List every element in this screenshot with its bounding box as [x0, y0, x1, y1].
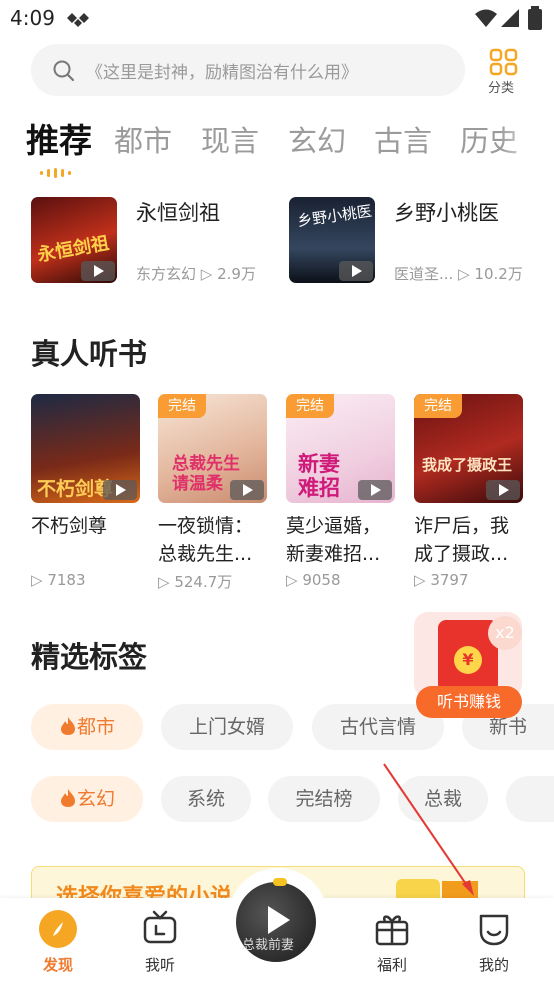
nav-welfare[interactable]: 福利: [352, 904, 432, 978]
status-time: 4:09: [10, 6, 55, 30]
plays-icon: ▷: [414, 571, 431, 589]
nav-mine[interactable]: 我的: [454, 904, 534, 978]
play-icon: [116, 484, 126, 496]
play-badge: [103, 480, 137, 500]
tab-recommend[interactable]: 推荐: [26, 114, 92, 162]
book-meta: 东方玄幻 ▷ 2.9万: [136, 265, 256, 283]
audio-title[interactable]: 不朽剑尊: [31, 512, 143, 540]
status-bar: 4:09: [0, 0, 554, 36]
tag-chip-partial[interactable]: [506, 776, 554, 822]
book-title[interactable]: 永恒剑祖: [136, 197, 220, 227]
listen-earn-widget[interactable]: ¥ x2 听书赚钱: [414, 612, 524, 720]
play-icon: [499, 484, 509, 496]
nav-label: 我听: [144, 956, 175, 974]
play-badge: [81, 261, 115, 281]
audio-title[interactable]: 一夜锁情：总裁先生...: [158, 512, 270, 568]
play-badge: [486, 480, 520, 500]
audio-plays: ▷ 7183: [31, 571, 86, 589]
tag-chip-fantasy[interactable]: 玄幻: [31, 776, 143, 822]
audio-title[interactable]: 莫少逼婚，新妻难招...: [286, 512, 398, 568]
flame-icon: [60, 789, 75, 807]
audio-cover-4[interactable]: 完结 我成了摄政王: [414, 394, 523, 503]
nav-label: 福利: [376, 956, 407, 974]
search-input[interactable]: 《这里是封神，励精图治有什么用》: [86, 58, 358, 83]
annotation-arrow: [383, 763, 474, 896]
cover-text: 乡野小桃医: [296, 201, 373, 231]
compass-icon: [39, 910, 77, 948]
player-cover-text: 总裁前妻: [242, 938, 295, 953]
book-title[interactable]: 乡野小桃医: [394, 197, 499, 227]
play-icon: [352, 265, 362, 277]
mini-player[interactable]: 总裁前妻: [228, 868, 328, 968]
play-icon: [371, 484, 381, 496]
battery-icon: [528, 6, 542, 30]
audio-plays: ▷ 524.7万: [158, 573, 233, 591]
multiplier-badge: x2: [488, 616, 522, 650]
audio-title[interactable]: 诈尸后，我成了摄政...: [414, 512, 526, 568]
wifi-icon: [475, 9, 497, 27]
play-badge: [358, 480, 392, 500]
book-meta: 医道圣... ▷ 10.2万: [394, 265, 523, 283]
plays-icon: ▷: [286, 571, 303, 589]
section-title-audio: 真人听书: [31, 337, 148, 371]
book-cover-2[interactable]: 乡野小桃医: [289, 197, 375, 283]
audio-plays: ▷ 9058: [286, 571, 341, 589]
audio-cover-2[interactable]: 完结 总裁先生请温柔: [158, 394, 267, 503]
section-title-tags: 精选标签: [31, 640, 148, 674]
tabs-fade: [500, 110, 554, 170]
notification-icon: [67, 13, 89, 27]
gift-icon: [375, 915, 409, 946]
tag-chip-urban[interactable]: 都市: [31, 704, 143, 750]
signal-icon: [501, 9, 519, 27]
cover-text: 我成了摄政王: [422, 456, 513, 474]
listen-earn-button[interactable]: 听书赚钱: [416, 686, 522, 718]
plays-icon: ▷: [458, 265, 470, 283]
tab-urban[interactable]: 都市: [114, 118, 172, 160]
tag-chip-son-in-law[interactable]: 上门女婿: [161, 704, 293, 750]
play-badge: [339, 261, 373, 281]
nav-discover[interactable]: 发现: [18, 904, 98, 978]
nav-label: 我的: [478, 956, 509, 974]
tv-icon: [143, 910, 177, 944]
completed-badge: 完结: [158, 394, 206, 418]
tab-ancient-romance[interactable]: 古言: [374, 118, 432, 160]
play-icon: [243, 484, 253, 496]
audio-plays: ▷ 3797: [414, 571, 469, 589]
tag-chip-completed-list[interactable]: 完结榜: [268, 776, 380, 822]
audio-cover-1[interactable]: 不朽剑尊: [31, 394, 140, 503]
completed-badge: 完结: [414, 394, 462, 418]
audio-cover-3[interactable]: 完结 新妻难招: [286, 394, 395, 503]
profile-icon: [479, 914, 509, 946]
completed-badge: 完结: [286, 394, 334, 418]
cover-text: 不朽剑尊: [37, 478, 114, 500]
tag-chip-system[interactable]: 系统: [161, 776, 251, 822]
plays-icon: ▷: [200, 265, 213, 283]
player-disc: 总裁前妻: [236, 882, 316, 962]
book-cover-1[interactable]: 永恒剑祖: [31, 197, 117, 283]
nav-my-listen[interactable]: 我听: [120, 904, 200, 978]
tab-fantasy[interactable]: 玄幻: [288, 118, 346, 160]
cover-text: 新妻难招: [298, 452, 340, 500]
flame-icon: [60, 717, 75, 735]
plays-icon: ▷: [158, 573, 175, 591]
play-icon: [94, 265, 104, 277]
play-icon: [268, 906, 290, 934]
active-tab-indicator: [40, 163, 78, 178]
nav-label: 发现: [42, 956, 73, 974]
tab-modern-romance[interactable]: 现言: [201, 118, 259, 160]
category-label: 分类: [488, 81, 515, 96]
plays-icon: ▷: [31, 571, 48, 589]
search-icon: [53, 60, 75, 82]
category-icon: [489, 48, 518, 76]
play-badge: [230, 480, 264, 500]
